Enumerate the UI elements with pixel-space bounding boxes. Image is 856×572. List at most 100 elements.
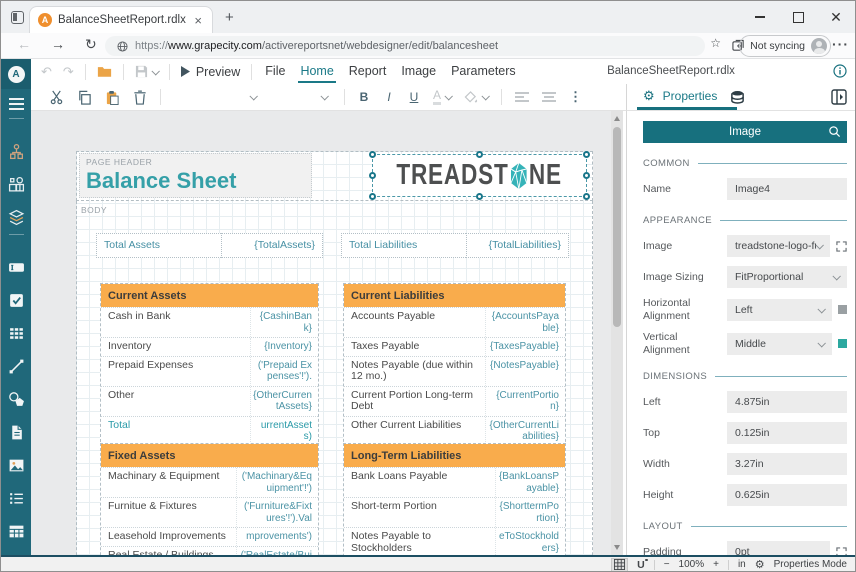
name-input[interactable]: Image4 [727,178,847,200]
data-tab-icon[interactable] [730,90,745,105]
app-logo[interactable]: A [1,59,31,89]
italic-button[interactable]: I [383,90,395,104]
undo-icon[interactable]: ↶ [41,65,52,78]
subreport-tool-icon[interactable] [8,424,25,441]
table-row[interactable]: Inventory{Inventory} [101,337,318,356]
more-options-icon[interactable]: ⋮ [569,89,582,105]
menu-image[interactable]: Image [399,60,438,83]
grid-toggle-button[interactable] [611,558,628,572]
table-header[interactable]: Fixed Assets [101,444,318,467]
resize-handle[interactable] [583,151,590,158]
favorites-icon[interactable]: ☆ [710,36,721,50]
total-liabilities-value[interactable]: {TotalLiabilities} [466,233,569,258]
zoom-out-button[interactable]: − [664,559,670,570]
forward-icon[interactable]: → [51,36,65,52]
table-header[interactable]: Long-Term Liabilities [344,444,565,467]
back-icon[interactable]: ← [17,36,31,52]
snap-toggle-icon[interactable]: U [637,559,645,571]
profile-button[interactable]: Not syncing [739,35,831,57]
properties-mode-label[interactable]: Properties Mode [774,559,847,570]
line-tool-icon[interactable] [8,358,25,375]
save-button[interactable] [135,65,158,78]
font-family-select[interactable] [174,88,260,107]
new-tab-button[interactable]: + [225,9,234,26]
info-icon[interactable] [833,64,847,78]
unit-label[interactable]: in [738,559,746,570]
menu-home[interactable]: Home [298,60,335,83]
menu-file[interactable]: File [263,60,287,83]
group-editor-icon[interactable] [8,176,25,193]
image-select[interactable]: treadstone-logo-full-col... [727,235,830,257]
browser-tab[interactable]: A BalanceSheetReport.rdlx × [29,6,213,33]
table-row[interactable]: Machinary & Equipment('Machinary&Equipme… [101,467,318,497]
textbox-tool-icon[interactable] [8,259,25,276]
delete-icon[interactable] [133,90,147,105]
width-input[interactable]: 3.27in [727,453,847,475]
scroll-down-icon[interactable] [614,545,620,550]
zoom-level[interactable]: 100% [679,559,705,570]
table-row[interactable]: Real Estate / Buildings('RealEstate/Buil… [101,546,318,556]
mode-gear-icon[interactable]: ⚙ [755,558,765,571]
halign-indicator[interactable] [838,305,847,314]
tab-actions-icon[interactable] [11,11,24,24]
table-row[interactable]: Accounts Payable{AccountsPayable} [344,307,565,337]
table-row[interactable]: Current Portion Long-term Debt{CurrentPo… [344,386,565,416]
bold-button[interactable]: B [358,90,370,104]
fixed-assets-table[interactable]: Fixed Assets Machinary & Equipment('Mach… [100,443,319,555]
table-header[interactable]: Current Assets [101,284,318,307]
canvas-scrollbar[interactable] [611,111,623,555]
padding-input[interactable]: 0pt [727,541,830,555]
design-canvas[interactable]: PAGE HEADER Balance Sheet TREADST NE BOD… [31,111,611,555]
save-dropdown-icon[interactable] [151,67,159,75]
font-size-select[interactable] [273,88,331,107]
total-assets-label[interactable]: Total Assets [96,233,221,258]
table-row[interactable]: Notes Payable (due within 12 mo.){NotesP… [344,356,565,386]
paste-icon[interactable] [105,90,120,105]
table-row[interactable]: Furnitue & Fixtures('Furniture&Fixtures'… [101,497,318,527]
redo-icon[interactable]: ↷ [63,65,74,78]
table-row[interactable]: Other{OtherCurrentAssets} [101,386,318,416]
report-title-textbox[interactable]: PAGE HEADER Balance Sheet [79,153,312,198]
table-row[interactable]: Cash in Bank{CashinBank} [101,307,318,337]
table-row[interactable]: Bank Loans Payable{BankLoansPayable} [344,467,565,497]
table-row[interactable]: Taxes Payable{TaxesPayable} [344,337,565,356]
table-row[interactable]: Leasehold Improvementsmprovements') [101,527,318,546]
image-sizing-select[interactable]: FitProportional [727,266,847,288]
image-tool-icon[interactable] [8,457,25,474]
refresh-icon[interactable]: ↻ [85,36,97,53]
tab-properties[interactable]: ⚙ Properties [643,88,717,104]
copy-icon[interactable] [77,90,92,105]
resize-handle[interactable] [476,193,483,200]
hamburger-menu-icon[interactable] [9,98,24,110]
table-header[interactable]: Current Liabilities [344,284,565,307]
scrollbar-thumb[interactable] [613,127,621,327]
align-left-icon[interactable] [515,92,529,102]
layers-icon[interactable] [8,209,25,226]
table-row[interactable]: Short-term Portion{ShorttermPortion} [344,497,565,527]
logo-image-selected[interactable]: TREADST NE [372,154,587,197]
search-icon[interactable] [828,125,841,138]
cut-icon[interactable] [49,90,64,105]
preview-button[interactable]: Preview [181,65,240,79]
resize-handle[interactable] [369,151,376,158]
address-bar[interactable]: https://www.grapecity.com/activereportsn… [105,36,705,56]
current-assets-table[interactable]: Current Assets Cash in Bank{CashinBank} … [100,283,319,447]
horizontal-alignment-select[interactable]: Left [727,299,832,321]
table-row[interactable]: Other Current Liabilities{OtherCurrentLi… [344,416,565,446]
resize-handle[interactable] [583,193,590,200]
table-total-row[interactable]: TotalurrentAssets) [101,416,318,446]
long-term-liabilities-table[interactable]: Long-Term Liabilities Bank Loans Payable… [343,443,566,555]
total-assets-textboxes[interactable]: Total Assets {TotalAssets} [96,233,323,258]
total-liabilities-label[interactable]: Total Liabilities [341,233,466,258]
element-selector[interactable]: Image [643,121,847,143]
total-liabilities-textboxes[interactable]: Total Liabilities {TotalLiabilities} [341,233,569,258]
collapse-panel-icon[interactable] [831,89,847,105]
align-center-icon[interactable] [542,92,556,102]
menu-report[interactable]: Report [347,60,389,83]
zoom-in-button[interactable]: + [713,559,719,570]
open-icon[interactable] [97,65,112,78]
report-page[interactable]: PAGE HEADER Balance Sheet TREADST NE BOD… [76,151,593,555]
total-assets-value[interactable]: {TotalAssets} [221,233,323,258]
table-row[interactable]: Notes Payable to StockholderseToStockhol… [344,527,565,555]
resize-handle[interactable] [476,151,483,158]
